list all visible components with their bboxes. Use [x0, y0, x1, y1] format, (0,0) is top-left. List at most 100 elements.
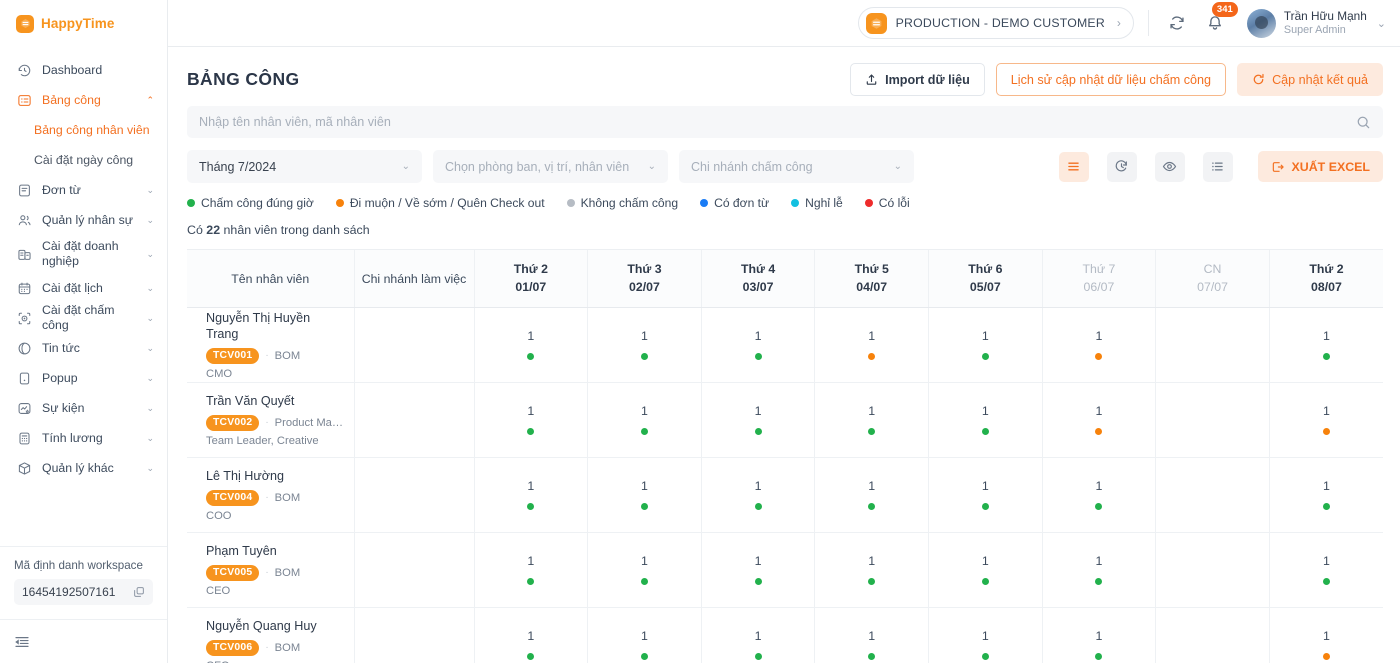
branch-filter[interactable]: Chi nhánh chấm công ⌄ — [679, 150, 914, 184]
attendance-status-dot — [868, 653, 876, 661]
detail-list-icon[interactable] — [1202, 151, 1233, 182]
attendance-cell[interactable]: 1 — [928, 382, 1043, 458]
attendance-cell[interactable]: 1 — [1269, 532, 1383, 608]
bell-icon[interactable]: 341 — [1201, 2, 1238, 37]
column-header-date: 03/07 — [742, 279, 774, 294]
collapse-sidebar-icon[interactable] — [14, 634, 30, 650]
search-input[interactable] — [199, 115, 1348, 130]
attendance-value: 1 — [754, 553, 762, 568]
employee-cell[interactable]: Phạm Tuyên TCV005 · BOM CEO — [187, 532, 355, 608]
attendance-cell[interactable]: 1 — [474, 607, 589, 663]
attendance-cell[interactable]: 1 — [928, 307, 1043, 383]
attendance-cell[interactable] — [1155, 382, 1270, 458]
list-view-icon[interactable] — [1058, 151, 1089, 182]
import-data-button[interactable]: Import dữ liệu — [850, 63, 985, 96]
attendance-cell[interactable]: 1 — [701, 457, 816, 533]
attendance-cell[interactable]: 1 — [814, 607, 929, 663]
attendance-cell[interactable]: 1 — [1042, 607, 1157, 663]
eye-icon[interactable] — [1154, 151, 1185, 182]
table-row[interactable]: Nguyễn Thị Huyền Trang TCV001 · BOM CMO 1 1 1 1 1… — [187, 307, 1383, 383]
attendance-cell[interactable]: 1 — [701, 607, 816, 663]
table-row[interactable]: Nguyễn Quang Huy TCV006 · BOM CFO 1 1 1 1 1 1 1 — [187, 607, 1383, 663]
search-bar[interactable] — [187, 106, 1383, 139]
history-clock-icon[interactable] — [1106, 151, 1137, 182]
sidebar-item-cai-dat-lich[interactable]: Cài đặt lịch ⌄ — [0, 273, 167, 303]
attendance-cell[interactable]: 1 — [1269, 457, 1383, 533]
attendance-cell-inner: 1 — [1043, 479, 1156, 511]
sidebar-item-cai-dat-cham-cong[interactable]: Cài đặt chấm công ⌄ — [0, 303, 167, 333]
attendance-cell[interactable]: 1 — [928, 607, 1043, 663]
export-excel-button[interactable]: XUẤT EXCEL — [1257, 151, 1383, 183]
sidebar-item-su-kien[interactable]: Sự kiện ⌄ — [0, 393, 167, 423]
attendance-cell[interactable]: 1 — [1269, 607, 1383, 663]
attendance-cell[interactable]: 1 — [474, 307, 589, 383]
sidebar-item-quan-ly-khac[interactable]: Quản lý khác ⌄ — [0, 453, 167, 483]
user-menu[interactable]: Trần Hữu Mạnh Super Admin ⌄ — [1246, 8, 1386, 38]
attendance-cell[interactable]: 1 — [1042, 307, 1157, 383]
attendance-cell[interactable] — [1155, 532, 1270, 608]
attendance-cell[interactable]: 1 — [587, 382, 702, 458]
timesheet-table-wrapper[interactable]: Tên nhân viên Chi nhánh làm việc Thứ 2 01… — [187, 249, 1383, 663]
sidebar-item-popup[interactable]: Popup ⌄ — [0, 363, 167, 393]
attendance-cell[interactable]: 1 — [587, 457, 702, 533]
attendance-status-dot — [527, 353, 535, 361]
table-row[interactable]: Phạm Tuyên TCV005 · BOM CEO 1 1 1 1 1 1 1 — [187, 532, 1383, 608]
attendance-cell[interactable]: 1 — [1269, 382, 1383, 458]
attendance-cell[interactable]: 1 — [474, 382, 589, 458]
sidebar-subitem-bang-cong-nhan-vien[interactable]: Bảng công nhân viên — [0, 115, 167, 145]
search-icon[interactable] — [1356, 115, 1371, 130]
attendance-cell[interactable]: 1 — [587, 307, 702, 383]
sidebar-item-don-tu[interactable]: Đơn từ ⌄ — [0, 175, 167, 205]
attendance-cell[interactable]: 1 — [701, 382, 816, 458]
attendance-cell[interactable]: 1 — [587, 532, 702, 608]
attendance-cell[interactable] — [1155, 607, 1270, 663]
table-row[interactable]: Trần Văn Quyết TCV002 · Product Marke... Tea… — [187, 382, 1383, 458]
copy-icon[interactable] — [133, 586, 145, 598]
employee-cell[interactable]: Trần Văn Quyết TCV002 · Product Marke... Tea… — [187, 382, 355, 458]
attendance-cell[interactable]: 1 — [474, 532, 589, 608]
toolbar-divider — [1147, 10, 1149, 36]
sidebar-item-dashboard[interactable]: Dashboard — [0, 55, 167, 85]
sidebar-item-bang-cong[interactable]: Bảng công ⌃ — [0, 85, 167, 115]
refresh-icon[interactable] — [1163, 9, 1191, 37]
attendance-update-history-button[interactable]: Lịch sử cập nhật dữ liệu chấm công — [995, 63, 1227, 96]
attendance-cell[interactable]: 1 — [814, 382, 929, 458]
attendance-cell[interactable]: 1 — [1042, 382, 1157, 458]
page-title: BẢNG CÔNG — [187, 69, 300, 89]
employee-cell[interactable]: Nguyễn Quang Huy TCV006 · BOM CFO — [187, 607, 355, 663]
attendance-cell[interactable]: 1 — [928, 532, 1043, 608]
attendance-cell[interactable]: 1 — [814, 532, 929, 608]
month-filter[interactable]: Tháng 7/2024 ⌄ — [187, 150, 422, 184]
attendance-value: 1 — [1322, 403, 1330, 418]
attendance-cell[interactable]: 1 — [587, 607, 702, 663]
sidebar-subitem-cai-dat-ngay-cong[interactable]: Cài đặt ngày công — [0, 145, 167, 175]
attendance-cell[interactable]: 1 — [814, 307, 929, 383]
attendance-cell[interactable]: 1 — [1269, 307, 1383, 383]
sidebar-item-quan-ly-nhan-su[interactable]: Quản lý nhân sự ⌄ — [0, 205, 167, 235]
table-row[interactable]: Lê Thị Hường TCV004 · BOM COO 1 1 1 1 1 1 1 — [187, 457, 1383, 533]
branch-cell — [354, 382, 475, 458]
attendance-cell[interactable]: 1 — [814, 457, 929, 533]
column-header-weekday: Thứ 2 — [1309, 261, 1344, 276]
column-header-date: 04/07 — [856, 279, 888, 294]
attendance-value: 1 — [527, 478, 535, 493]
update-result-button[interactable]: Cập nhật kết quả — [1237, 63, 1383, 96]
brand-logo[interactable]: HappyTime — [0, 0, 167, 47]
attendance-cell[interactable]: 1 — [928, 457, 1043, 533]
workspace-selector[interactable]: PRODUCTION - DEMO CUSTOMER › — [857, 7, 1134, 39]
sidebar-item-tinh-luong[interactable]: Tính lương ⌄ — [0, 423, 167, 453]
attendance-cell[interactable]: 1 — [474, 457, 589, 533]
employee-cell[interactable]: Nguyễn Thị Huyền Trang TCV001 · BOM CMO — [187, 307, 355, 383]
employee-cell[interactable]: Lê Thị Hường TCV004 · BOM COO — [187, 457, 355, 533]
attendance-cell[interactable]: 1 — [701, 307, 816, 383]
attendance-cell[interactable]: 1 — [1042, 532, 1157, 608]
sidebar-item-cai-dat-doanh-nghiep[interactable]: Cài đặt doanh nghiệp ⌄ — [0, 235, 167, 273]
attendance-cell-inner: 1 — [1270, 329, 1383, 361]
department-filter[interactable]: Chọn phòng ban, vị trí, nhân viên ⌄ — [433, 150, 668, 184]
attendance-cell-inner: 1 — [929, 479, 1042, 511]
attendance-cell[interactable]: 1 — [701, 532, 816, 608]
attendance-cell[interactable] — [1155, 307, 1270, 383]
attendance-cell[interactable] — [1155, 457, 1270, 533]
attendance-cell[interactable]: 1 — [1042, 457, 1157, 533]
sidebar-item-tin-tuc[interactable]: Tin tức ⌄ — [0, 333, 167, 363]
